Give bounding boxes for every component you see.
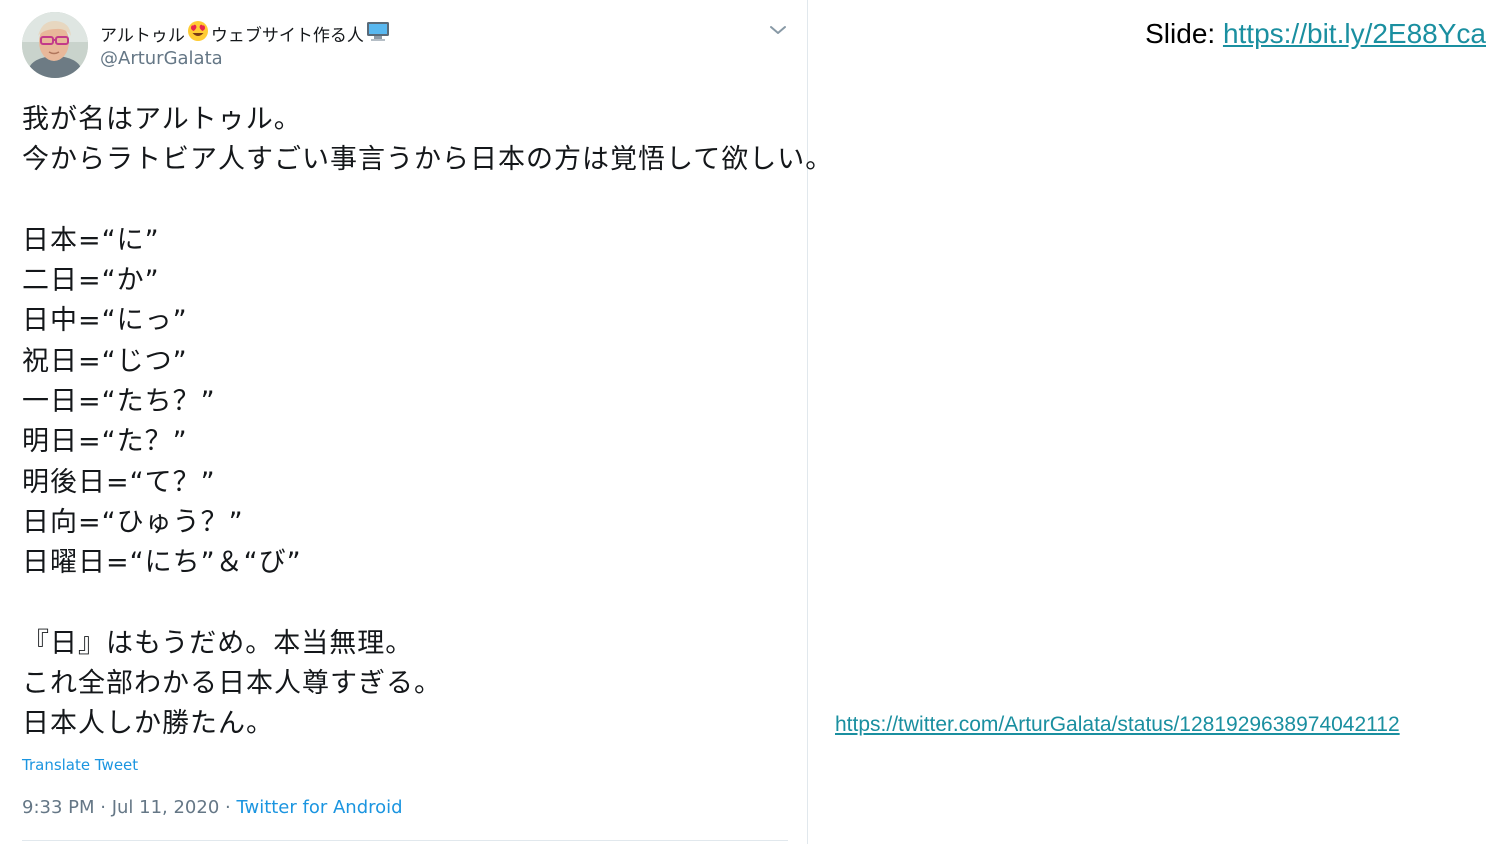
- divider: [22, 840, 788, 841]
- tweet-line: 明後日=“て？”: [22, 466, 216, 498]
- tweet-line: 日本=“に”: [22, 224, 160, 256]
- display-name-text: アルトゥル: [100, 26, 185, 46]
- avatar[interactable]: [22, 12, 88, 78]
- tweet-line: 『日』はもうだめ。本当無理。: [22, 627, 414, 659]
- tweet-line: [22, 584, 792, 624]
- display-name[interactable]: アルトゥル ウェブサイト作る人: [100, 20, 390, 47]
- translate-tweet-link[interactable]: Translate Tweet: [22, 756, 138, 774]
- avatar-image: [22, 12, 88, 78]
- slide-label: Slide:: [1145, 18, 1223, 49]
- tweet-line: 日中=“にっ”: [22, 305, 188, 337]
- tweet-line: 今からラトビア人すごい事言うから日本の方は覚悟して欲しい。: [22, 144, 834, 176]
- tweet-line: 明日=“た？”: [22, 426, 188, 458]
- tweet-line: 日曜日=“にち”＆“び”: [22, 547, 302, 579]
- slide-link[interactable]: https://bit.ly/2E88Yca: [1223, 18, 1486, 49]
- computer-emoji-icon: [366, 20, 390, 47]
- tweet-line: 一日=“たち？”: [22, 386, 216, 418]
- username[interactable]: @ArturGalata: [100, 48, 223, 69]
- tweet-line: [22, 181, 792, 221]
- slide-reference: Slide: https://bit.ly/2E88Yca: [1145, 18, 1486, 50]
- tweet-line: 日向=“ひゅう？”: [22, 506, 244, 538]
- tweet-line: 二日=“か”: [22, 265, 160, 297]
- tweet-text: 我が名はアルトゥル。 今からラトビア人すごい事言うから日本の方は覚悟して欲しい。…: [22, 100, 834, 745]
- tweet-line: 祝日=“じつ”: [22, 345, 188, 377]
- heart-eyes-emoji-icon: [187, 20, 209, 47]
- tweet-line: 日本人しか勝たん。: [22, 708, 274, 740]
- chevron-down-icon[interactable]: [766, 18, 790, 42]
- tweet-line: これ全部わかる日本人尊すぎる。: [22, 668, 442, 700]
- tweet-meta: 9:33 PM · Jul 11, 2020 · Twitter for And…: [22, 797, 403, 818]
- source-link[interactable]: Twitter for Android: [236, 797, 402, 818]
- tweet-card: アルトゥル ウェブサイト作る人 @ArturGalata 我が名はアルトゥル。 …: [0, 0, 834, 844]
- tweet-line: 我が名はアルトゥル。: [22, 104, 302, 135]
- page: アルトゥル ウェブサイト作る人 @ArturGalata 我が名はアルトゥル。 …: [0, 0, 1500, 844]
- tweet-header: アルトゥル ウェブサイト作る人 @ArturGalata: [22, 12, 792, 78]
- timestamp[interactable]: 9:33 PM · Jul 11, 2020 ·: [22, 797, 236, 818]
- display-name-suffix: ウェブサイト作る人: [210, 26, 364, 46]
- tweet-url-link[interactable]: https://twitter.com/ArturGalata/status/1…: [835, 713, 1400, 737]
